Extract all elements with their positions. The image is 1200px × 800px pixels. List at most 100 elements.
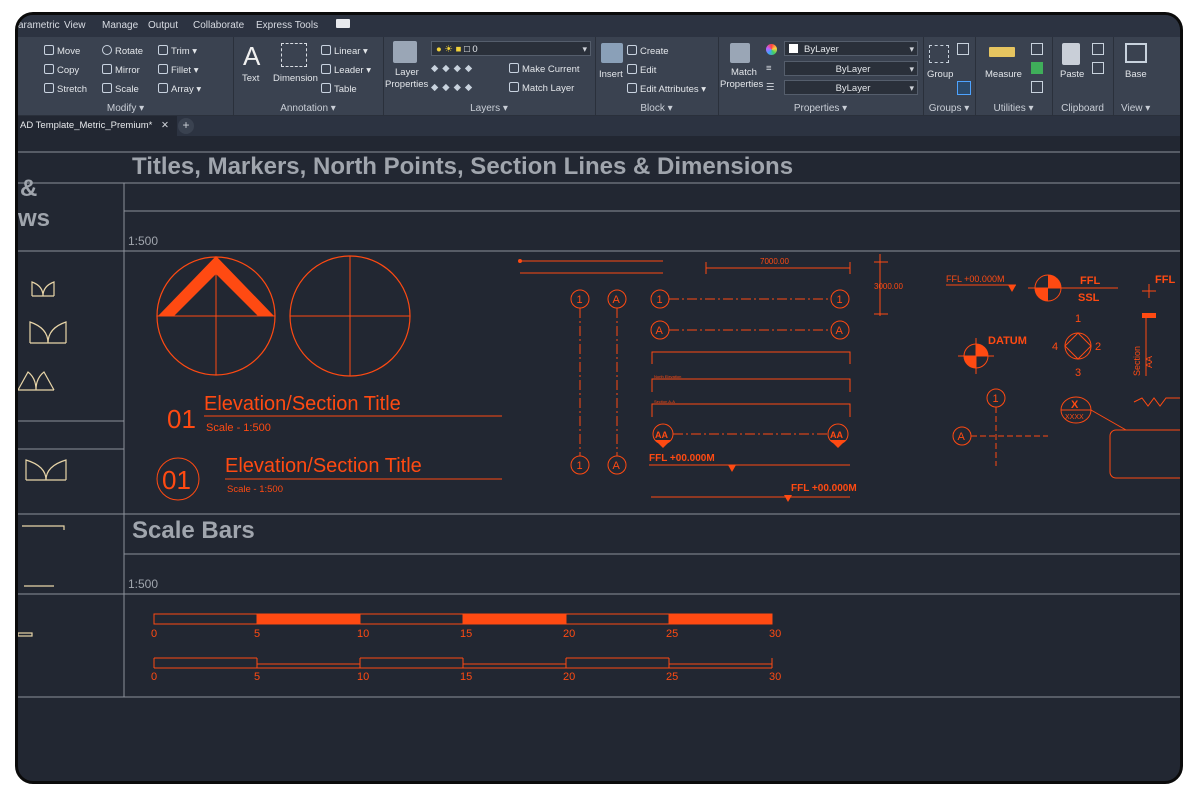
lineweight-dropdown[interactable]: ByLayer	[784, 80, 918, 96]
menu-parametric[interactable]: arametric	[18, 20, 60, 31]
svg-text:A: A	[958, 431, 966, 443]
callout-marker[interactable]: X XXXX	[1060, 396, 1180, 479]
match-properties-label-1[interactable]: Match	[731, 67, 757, 78]
create-block-button[interactable]: Create	[627, 45, 669, 57]
svg-text:Section: Section	[1132, 346, 1142, 376]
grid-line-horizontal-a[interactable]: A A	[650, 320, 850, 340]
modify-panel-title[interactable]: Modify ▾	[18, 103, 233, 114]
cut-icon[interactable]	[1092, 43, 1104, 55]
document-tab[interactable]: AD Template_Metric_Premium* ✕	[18, 116, 177, 136]
view-panel-title[interactable]: View ▾	[1113, 103, 1180, 114]
svg-text:3: 3	[1075, 367, 1081, 379]
match-properties-label-2[interactable]: Properties	[720, 79, 763, 90]
elevation-title-block-1[interactable]: 01 Elevation/Section Title Scale - 1:500	[167, 393, 502, 434]
section-marker-vertical[interactable]: Section AA	[1132, 313, 1156, 376]
stretch-button[interactable]: Stretch	[44, 83, 87, 95]
groups-panel-title[interactable]: Groups ▾	[923, 103, 975, 114]
svg-text:2: 2	[1095, 341, 1101, 353]
group-button[interactable]: Group	[927, 69, 953, 80]
layers-panel-title[interactable]: Layers ▾	[383, 103, 595, 114]
rotate-button[interactable]: Rotate	[102, 45, 143, 57]
copy-button[interactable]: Copy	[44, 64, 79, 76]
annotation-panel-title[interactable]: Annotation ▾	[233, 103, 383, 114]
properties-panel-title[interactable]: Properties ▾	[718, 103, 923, 114]
level-marker-ffl-2[interactable]: FFL +00.000M	[651, 483, 857, 502]
dimension-samples[interactable]	[518, 254, 889, 316]
svg-text:FFL +00.000M: FFL +00.000M	[946, 274, 1004, 284]
layer-tools-row-1[interactable]: ◆◆◆◆	[431, 63, 476, 74]
move-button[interactable]: Move	[44, 45, 80, 57]
scale-bar-stepped[interactable]: 0 5 10 15 20 25 30	[151, 657, 781, 683]
scale-button[interactable]: Scale	[102, 83, 139, 95]
ffl-ssl-marker[interactable]: FFL SSL	[1028, 274, 1118, 304]
block-panel-title[interactable]: Block ▾	[595, 103, 718, 114]
grid-bubble-marker[interactable]: 1 A	[952, 388, 1048, 466]
match-layer-icon	[509, 82, 519, 92]
id-point-icon[interactable]	[1031, 81, 1043, 93]
calculator-icon[interactable]	[1031, 62, 1043, 74]
menu-output[interactable]: Output	[148, 20, 178, 31]
leader-button[interactable]: Leader ▾	[321, 64, 371, 76]
title-scale-1: Scale - 1:500	[206, 422, 271, 434]
section-line-aa[interactable]: AA AA	[652, 423, 849, 448]
menu-collaborate[interactable]: Collaborate	[193, 20, 244, 31]
menu-manage[interactable]: Manage	[102, 20, 138, 31]
menu-view[interactable]: View	[64, 20, 86, 31]
dimension-button[interactable]: Dimension	[273, 73, 318, 84]
grid-line-vertical-a[interactable]: A A	[607, 289, 627, 475]
text-icon[interactable]: A	[243, 41, 260, 72]
table-button[interactable]: Table	[321, 83, 357, 95]
linear-button[interactable]: Linear ▾	[321, 45, 368, 57]
layer-properties-label-2[interactable]: Properties	[385, 79, 428, 90]
clipboard-panel-title[interactable]: Clipboard	[1052, 103, 1113, 114]
edit-block-button[interactable]: Edit	[627, 64, 656, 76]
base-button[interactable]: Base	[1125, 69, 1147, 80]
double-door-icon-1	[31, 281, 55, 297]
group-selection-icon[interactable]	[957, 81, 971, 95]
level-marker-small[interactable]: FFL +00.000M	[946, 274, 1016, 292]
compass-marker[interactable]: 1 2 3 4	[1052, 313, 1101, 379]
scale-bar-filled[interactable]: 0 5 10 15 20 25 30	[151, 613, 781, 640]
layer-dropdown[interactable]: ● ☀ ■ □ 0	[431, 41, 591, 57]
measure-button[interactable]: Measure	[985, 69, 1022, 80]
north-point-filled[interactable]	[156, 256, 276, 376]
panel-annotation: A Text Dimension Linear ▾ Leader ▾ Table…	[233, 37, 384, 115]
ffl-cross-marker[interactable]: FFL	[1142, 274, 1175, 298]
layer-properties-label-1[interactable]: Layer	[395, 67, 419, 78]
utilities-panel-title[interactable]: Utilities ▾	[975, 103, 1052, 114]
paste-button[interactable]: Paste	[1060, 69, 1084, 80]
drawing-canvas[interactable]: & ws Titles, Markers, North Points, Sect…	[18, 136, 1180, 781]
match-layer-button[interactable]: Match Layer	[509, 82, 574, 94]
array-button[interactable]: Array ▾	[158, 83, 201, 95]
edit-attributes-icon	[627, 83, 637, 93]
grid-line-horizontal-1[interactable]: 1 1	[650, 289, 850, 309]
fillet-button[interactable]: Fillet ▾	[158, 64, 198, 76]
menu-express-tools[interactable]: Express Tools	[256, 20, 318, 31]
ungroup-icon[interactable]	[957, 43, 969, 55]
level-marker-ffl-1[interactable]: FFL +00.000M	[649, 453, 850, 472]
svg-text:FFL +00.000M: FFL +00.000M	[649, 453, 715, 464]
grid-line-vertical-1[interactable]: 1 1	[570, 289, 590, 475]
panel-layers: Layer Properties ● ☀ ■ □ 0 ◆◆◆◆ ◆◆◆◆ Mak…	[383, 37, 596, 115]
trim-button[interactable]: Trim ▾	[158, 45, 197, 57]
model-space[interactable]: & ws Titles, Markers, North Points, Sect…	[18, 136, 1180, 781]
make-current-button[interactable]: Make Current	[509, 63, 580, 75]
datum-marker[interactable]: DATUM	[958, 335, 1027, 374]
workspace-switch-icon[interactable]	[336, 19, 350, 28]
quick-select-icon[interactable]	[1031, 43, 1043, 55]
edit-attributes-button[interactable]: Edit Attributes ▾	[627, 83, 706, 95]
close-tab-icon[interactable]: ✕	[161, 120, 169, 131]
layer-tools-row-2[interactable]: ◆◆◆◆	[431, 82, 476, 93]
new-tab-button[interactable]: +	[178, 118, 194, 134]
elevation-brackets[interactable]	[651, 351, 851, 417]
lock-icon: ■	[455, 44, 462, 55]
elevation-title-block-2[interactable]: 01 Elevation/Section Title Scale - 1:500	[156, 455, 502, 501]
panel-properties: Match Properties ByLayer ≡ ByLayer ☰ ByL…	[718, 37, 924, 115]
linetype-dropdown[interactable]: ByLayer	[784, 61, 918, 77]
text-button[interactable]: Text	[242, 73, 259, 84]
copy-clip-icon[interactable]	[1092, 62, 1104, 74]
north-point-outline[interactable]	[289, 255, 411, 377]
mirror-button[interactable]: Mirror	[102, 64, 140, 76]
insert-button[interactable]: Insert	[599, 69, 623, 80]
color-dropdown[interactable]: ByLayer	[784, 41, 918, 57]
